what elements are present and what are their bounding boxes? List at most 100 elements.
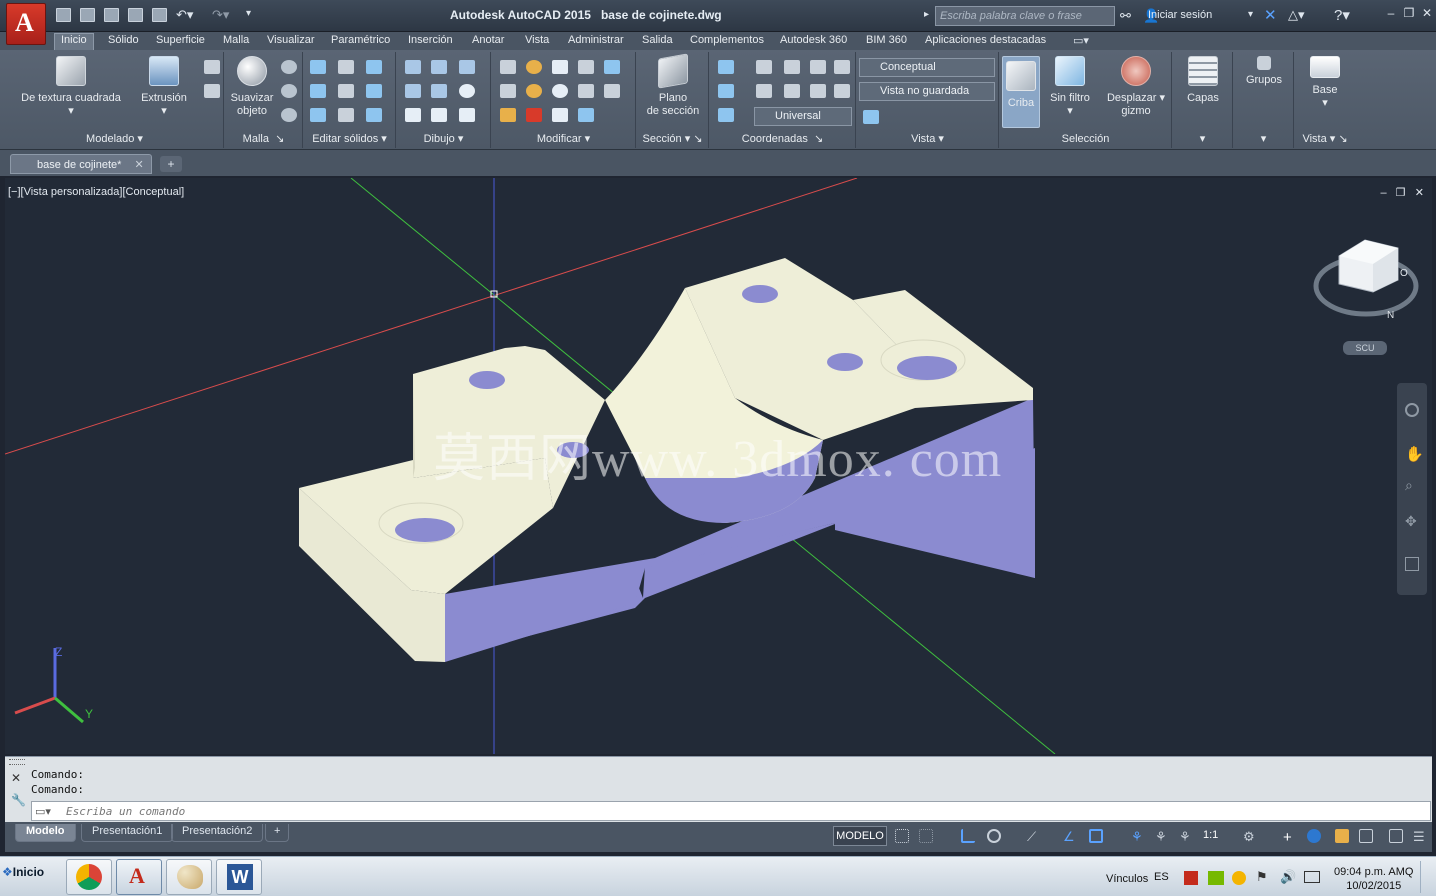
ucs-x-icon[interactable]	[756, 84, 772, 98]
snap-icon[interactable]	[919, 829, 933, 843]
viewport-display-icon[interactable]	[1389, 829, 1403, 843]
exchange-apps-icon[interactable]: ✕	[1264, 6, 1277, 24]
polar-icon[interactable]	[987, 829, 1001, 843]
steering-wheel-icon[interactable]	[1405, 403, 1419, 417]
mesh-smooth-more-icon[interactable]	[281, 60, 297, 74]
panel-title-dibujo[interactable]: Dibujo ▾	[397, 132, 490, 145]
orbit-icon[interactable]: ✥	[1405, 513, 1417, 530]
nvidia-tray-icon[interactable]	[1208, 871, 1224, 885]
section-plane-button[interactable]: Plano de sección	[643, 53, 703, 118]
subtract-icon[interactable]	[310, 84, 326, 98]
signin-dropdown-icon[interactable]: ▾	[1248, 9, 1253, 20]
auto-scale-icon[interactable]: ⚘	[1155, 829, 1169, 844]
search-expand-icon[interactable]: ▸	[924, 9, 929, 20]
annotation-scale[interactable]: 1:1	[1203, 829, 1218, 841]
culling-button[interactable]: Criba	[1002, 56, 1040, 128]
panel-title-vista[interactable]: Vista ▾	[857, 132, 998, 145]
new-tab-button[interactable]: +	[160, 156, 182, 172]
ribbon-minimize-icon[interactable]: ▭▾	[1073, 34, 1089, 47]
panel-title-vista-base[interactable]: Vista ▾ ↘	[1295, 132, 1355, 145]
layout-tab-presentacion1[interactable]: Presentación1	[81, 824, 174, 842]
panel-title-editar-solidos[interactable]: Editar sólidos ▾	[304, 132, 395, 145]
polygon-icon[interactable]	[405, 108, 421, 122]
paint-taskbar-button[interactable]	[166, 859, 212, 895]
command-grip-icon[interactable]	[9, 759, 25, 765]
tab-bim-360[interactable]: BIM 360	[866, 34, 907, 46]
slice-icon[interactable]	[338, 84, 354, 98]
isolate-objects-icon[interactable]	[1307, 829, 1321, 843]
command-customize-icon[interactable]: 🔧	[11, 793, 26, 807]
tab-visualizar[interactable]: Visualizar	[267, 34, 315, 46]
shell-icon[interactable]	[366, 108, 382, 122]
document-tab[interactable]: base de cojinete* ✕	[10, 154, 152, 174]
word-taskbar-button[interactable]: W	[216, 859, 262, 895]
annotation-visibility-icon[interactable]: ⚘	[1131, 829, 1145, 844]
start-button[interactable]: ❖Inicio	[2, 865, 56, 891]
redo-icon[interactable]: ↷▾	[212, 7, 229, 23]
polysolid-icon[interactable]	[204, 60, 220, 74]
extend-icon[interactable]	[604, 84, 620, 98]
spline-icon[interactable]	[405, 84, 421, 98]
close-tab-icon[interactable]: ✕	[134, 159, 143, 171]
ucs-object-icon[interactable]	[834, 60, 850, 74]
tab-anotar[interactable]: Anotar	[472, 34, 504, 46]
a360-icon[interactable]: △▾	[1288, 7, 1305, 23]
chamfer-icon[interactable]	[500, 84, 516, 98]
panel-title-modificar[interactable]: Modificar ▾	[492, 132, 635, 145]
viewport-minimize-icon[interactable]: –	[1380, 187, 1386, 199]
tab-insercion[interactable]: Inserción	[408, 34, 453, 46]
vinculos-toolbar[interactable]: Vínculos	[1106, 873, 1148, 885]
tab-vista[interactable]: Vista	[525, 34, 549, 46]
rotate-icon[interactable]	[552, 84, 568, 98]
drawing-viewport[interactable]: Z Y O N [−][Vista personalizada][Concept…	[5, 178, 1432, 754]
array-icon[interactable]	[578, 60, 594, 74]
base-view-button[interactable]: Base ▾	[1299, 56, 1351, 110]
arc-icon[interactable]	[459, 60, 475, 74]
tab-inicio[interactable]: Inicio	[54, 33, 94, 50]
tab-administrar[interactable]: Administrar	[568, 34, 624, 46]
move-gizmo-button[interactable]: Desplazar ▾ gizmo	[1104, 56, 1168, 118]
3d-rotate-icon[interactable]	[526, 84, 542, 98]
rectangle-icon[interactable]	[431, 108, 447, 122]
chrome-taskbar-button[interactable]	[66, 859, 112, 895]
presspull-icon[interactable]	[204, 84, 220, 98]
region-icon[interactable]	[459, 108, 475, 122]
restore-icon[interactable]: ❐	[1400, 6, 1418, 22]
thicken-icon[interactable]	[338, 108, 354, 122]
ucs-origin-icon[interactable]	[784, 60, 800, 74]
layout-tab-presentacion2[interactable]: Presentación2	[171, 824, 264, 842]
close-icon[interactable]: ✕	[1418, 6, 1436, 22]
language-indicator[interactable]: ES	[1154, 871, 1169, 883]
polyline-icon[interactable]	[405, 60, 421, 74]
norton-tray-icon[interactable]	[1232, 871, 1246, 885]
ucs-menu-button[interactable]: SCU	[1343, 341, 1387, 355]
customization-menu-icon[interactable]: ☰	[1413, 829, 1427, 844]
tab-aplicaciones-destacadas[interactable]: Aplicaciones destacadas	[925, 34, 1046, 46]
smooth-object-button[interactable]: Suavizar objeto	[227, 56, 277, 118]
stretch-icon[interactable]	[552, 108, 568, 122]
ucs-face-icon[interactable]	[834, 84, 850, 98]
panel-title-seleccion[interactable]: Selección	[1000, 133, 1171, 145]
panel-title-seccion[interactable]: Sección ▾ ↘	[637, 132, 708, 145]
ucs-world-icon[interactable]	[756, 60, 772, 74]
tab-autodesk-360[interactable]: Autodesk 360	[780, 34, 847, 46]
box-button[interactable]: De textura cuadrada ▾	[16, 56, 126, 118]
offset-icon[interactable]	[578, 84, 594, 98]
tab-salida[interactable]: Salida	[642, 34, 673, 46]
grid-icon[interactable]	[895, 829, 909, 843]
no-filter-button[interactable]: Sin filtro ▾	[1046, 56, 1094, 118]
command-close-icon[interactable]: ✕	[11, 771, 21, 785]
signin-link[interactable]: Iniciar sesión	[1148, 9, 1212, 21]
ucs-z-icon[interactable]	[810, 84, 826, 98]
viewport-close-icon[interactable]: ✕	[1415, 187, 1424, 199]
undo-icon[interactable]: ↶▾	[176, 7, 193, 23]
tab-complementos[interactable]: Complementos	[690, 34, 764, 46]
hardware-acceleration-icon[interactable]	[1335, 829, 1349, 843]
network-icon[interactable]	[1304, 871, 1320, 883]
circle-icon[interactable]	[459, 84, 475, 98]
extrude-faces-icon[interactable]	[366, 60, 382, 74]
capas-expand-icon[interactable]: ▾	[1173, 132, 1232, 145]
separate-icon[interactable]	[366, 84, 382, 98]
intersect-icon[interactable]	[310, 108, 326, 122]
print-icon[interactable]	[152, 8, 167, 22]
